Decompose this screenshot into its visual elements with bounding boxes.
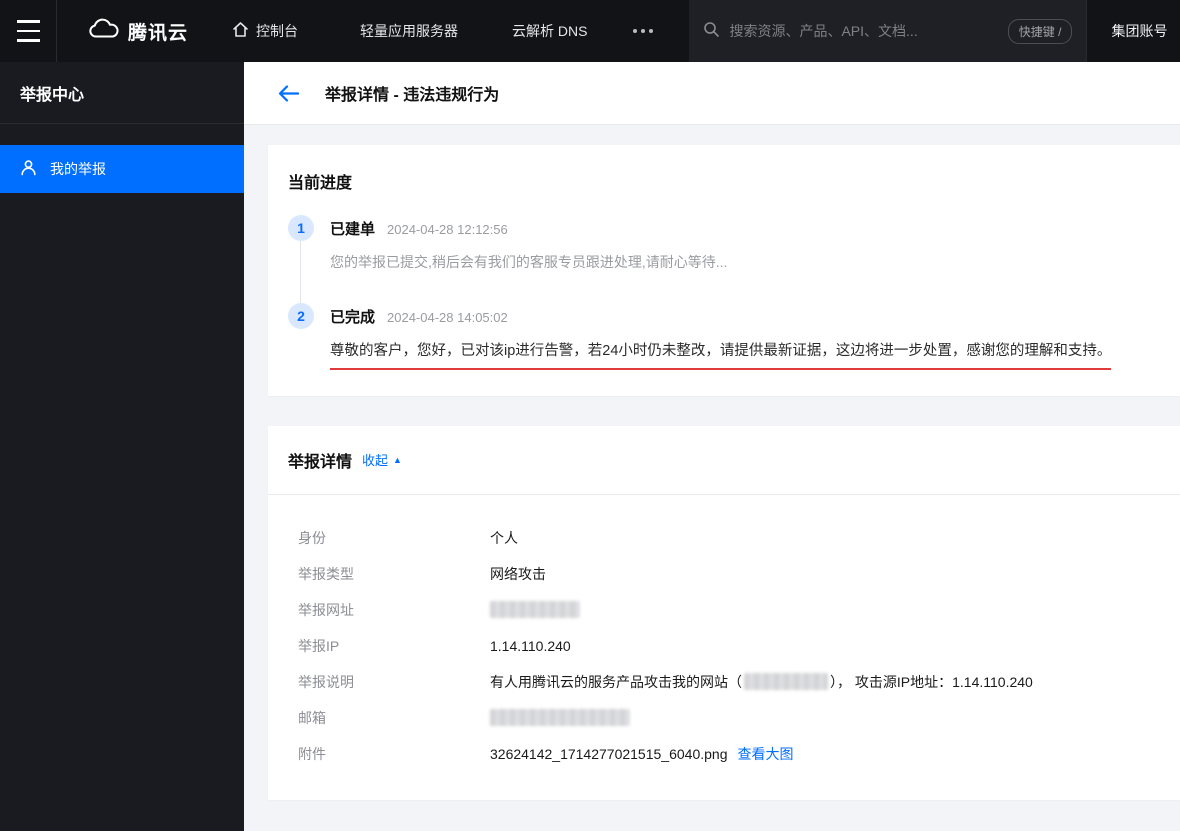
page-header: 举报详情 - 违法违规行为 [244,62,1180,124]
step-number-badge: 1 [288,215,314,241]
sidebar-item-my-reports[interactable]: 我的举报 [0,145,244,193]
step-timestamp: 2024-04-28 12:12:56 [387,222,508,237]
detail-label: 举报IP [298,637,340,654]
caret-up-icon: ▲ [393,454,402,465]
detail-row-description: 举报说明 有人用腾讯云的服务产品攻击我的网站（ ）， 攻击源IP地址：1.14.… [298,672,1160,692]
user-icon [20,159,37,179]
nav-lighthouse[interactable]: 轻量应用服务器 [360,21,458,41]
description-prefix: 有人用腾讯云的服务产品攻击我的网站（ [490,673,742,690]
detail-row-email: 邮箱 [298,708,1160,728]
topbar-divider [1086,0,1088,62]
nav-lighthouse-label: 轻量应用服务器 [360,23,459,39]
detail-value: 有人用腾讯云的服务产品攻击我的网站（ ）， 攻击源IP地址：1.14.110.2… [490,672,1033,692]
home-icon [232,21,249,41]
detail-label: 举报类型 [298,565,354,582]
step-description: 您的举报已提交,稍后会有我们的客服专员跟进处理,请耐心等待... [330,254,728,270]
detail-value: 网络攻击 [490,565,546,582]
page-title: 举报详情 - 违法违规行为 [325,87,500,104]
progress-timeline: 1 已建单 2024-04-28 12:12:56 您的举报已提交,稍后会有我们… [288,215,1160,370]
details-card-header: 举报详情 收起 ▲ [268,426,1180,495]
step-timestamp: 2024-04-28 14:05:02 [387,309,508,325]
detail-row-report-type: 举报类型 网络攻击 [298,564,1160,584]
account-menu[interactable]: 集团账号 [1111,21,1177,41]
topbar-divider [56,0,57,62]
detail-label: 附件 [298,745,326,762]
sidebar-item-label: 我的举报 [50,161,106,177]
main-content: 举报详情 - 违法违规行为 当前进度 1 已建单 2024-04-28 12:1… [244,62,1180,831]
detail-value: 1.14.110.240 [490,637,571,654]
detail-row-report-ip: 举报IP 1.14.110.240 [298,636,1160,656]
hamburger-menu-icon[interactable] [0,0,56,62]
progress-step-1: 1 已建单 2024-04-28 12:12:56 您的举报已提交,稍后会有我们… [288,215,1160,273]
collapse-toggle[interactable]: 收起 ▲ [362,450,402,469]
detail-label: 举报网址 [298,601,354,618]
nav-dns[interactable]: 云解析 DNS [512,21,587,41]
step-description-annotated: 尊敬的客户，您好，已对该ip进行告警，若24小时仍未整改，请提供最新证据，这边将… [330,341,1112,370]
brand-name: 腾讯云 [128,22,189,44]
progress-card-title: 当前进度 [288,175,353,192]
progress-step-2: 2 已完成 2024-04-28 14:05:02 尊敬的客户，您好，已对该ip… [288,302,1160,370]
sidebar: 举报中心 我的举报 [0,62,244,831]
sidebar-title: 举报中心 [0,62,244,124]
redacted-site [744,673,828,691]
nav-dns-label: 云解析 DNS [512,23,588,39]
step-number-badge: 2 [288,302,314,329]
search-input[interactable] [729,23,1008,39]
detail-label: 举报说明 [298,673,354,690]
step-title: 已完成 [330,308,376,326]
cloud-logo-icon [87,18,119,45]
topbar: 腾讯云 控制台 轻量应用服务器 云解析 DNS 快捷键 / 集团账号 [0,0,1180,62]
detail-row-report-url: 举报网址 [298,600,1160,620]
search-icon [703,21,720,42]
details-card-title: 举报详情 [288,453,353,471]
collapse-label: 收起 [362,453,389,469]
detail-label: 邮箱 [298,709,326,726]
details-card-body: 身份 个人 举报类型 网络攻击 举报网址 举报IP 1.14.110.240 举… [268,495,1180,800]
detail-row-identity: 身份 个人 [298,528,1160,548]
brand-logo[interactable]: 腾讯云 [87,18,188,45]
topbar-search[interactable]: 快捷键 / [689,0,1087,62]
description-suffix: ）， 攻击源IP地址：1.14.110.240 [830,673,1033,690]
progress-card: 当前进度 1 已建单 2024-04-28 12:12:56 您的举报已提交,稍… [268,145,1180,396]
more-menu-icon[interactable] [633,29,654,33]
detail-value: 个人 [490,529,518,546]
view-large-image-link[interactable]: 查看大图 [737,744,793,764]
detail-row-attachment: 附件 32624142_1714277021515_6040.png 查看大图 [298,744,1160,764]
shortcut-key-badge[interactable]: 快捷键 / [1007,18,1073,44]
report-details-card: 举报详情 收起 ▲ 身份 个人 举报类型 网络攻击 举报网址 举报IP 1.14… [268,425,1180,800]
step-title: 已建单 [330,221,376,238]
attachment-filename: 32624142_1714277021515_6040.png [490,745,728,762]
detail-label: 身份 [298,529,326,546]
nav-console-label: 控制台 [256,23,299,39]
nav-console[interactable]: 控制台 [232,21,298,41]
back-arrow-icon[interactable] [278,84,299,102]
redacted-url [490,601,580,619]
redacted-email [490,709,630,727]
